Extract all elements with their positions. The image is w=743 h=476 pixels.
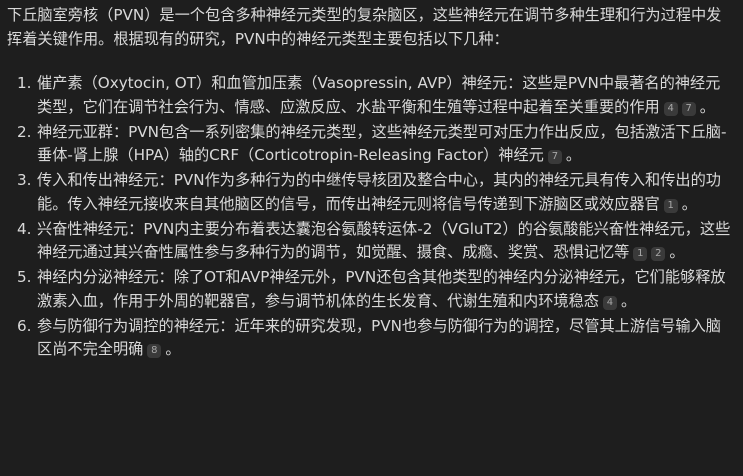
list-item-number: 5. <box>17 268 32 286</box>
list-item-number: 1. <box>17 74 32 92</box>
list-item-text: 传入和传出神经元：PVN作为多种行为的中继传导核团及整合中心，其内的神经元具有传… <box>37 171 721 213</box>
citation-badge[interactable]: 7 <box>547 150 562 164</box>
citation-badge[interactable]: 8 <box>147 344 162 358</box>
list-item: 3. 传入和传出神经元：PVN作为多种行为的中继传导核团及整合中心，其内的神经元具… <box>7 169 735 216</box>
citation-badge[interactable]: 4 <box>663 101 678 116</box>
list-item: 4. 兴奋性神经元：PVN内主要分布着表达囊泡谷氨酸转运体-2（VGluT2）的谷… <box>7 218 735 265</box>
citation-badge[interactable]: 4 <box>602 295 617 310</box>
list-item-period: 。 <box>699 97 715 116</box>
list-item-period: 。 <box>669 243 685 261</box>
list-item-text: 催产素（Oxytocin, OT）和血管加压素（Vasopressin, AVP… <box>37 74 721 116</box>
list-item-period: 。 <box>620 291 637 310</box>
list-item-text: 兴奋性神经元：PVN内主要分布着表达囊泡谷氨酸转运体-2（VGluT2）的谷氨酸… <box>37 219 731 262</box>
list-item: 6. 参与防御行为调控的神经元：近年来的研究发现，PVN也参与防御行为的调控，尽管… <box>7 315 735 362</box>
citation-badge[interactable]: 7 <box>681 101 696 116</box>
citation-badge[interactable]: 1 <box>633 247 648 261</box>
intro-paragraph: 下丘脑室旁核（PVN）是一个包含多种神经元类型的复杂脑区，这些神经元在调节多种生… <box>7 6 722 48</box>
list-item-number: 2. <box>17 122 32 141</box>
list-item: 1. 催产素（Oxytocin, OT）和血管加压素（Vasopressin, A… <box>7 72 735 119</box>
citation-badge[interactable]: 2 <box>651 247 666 261</box>
list-item-number: 4. <box>17 219 32 238</box>
list-item-text: 参与防御行为调控的神经元：近年来的研究发现，PVN也参与防御行为的调控，尽管其上… <box>37 316 721 359</box>
list-item-period: 。 <box>165 340 181 358</box>
list-item-number: 3. <box>17 171 32 189</box>
list-item-text: 神经元亚群：PVN包含一系列密集的神经元类型，这些神经元类型可对压力作出反应，包… <box>37 122 727 165</box>
list-item-number: 6. <box>17 316 32 335</box>
list-item: 2. 神经元亚群：PVN包含一系列密集的神经元类型，这些神经元类型可对压力作出反应… <box>7 121 735 168</box>
answer-content: 下丘脑室旁核（PVN）是一个包含多种神经元类型的复杂脑区，这些神经元在调节多种生… <box>7 4 735 363</box>
list-item-period: 。 <box>565 146 582 164</box>
neuron-type-list: 1. 催产素（Oxytocin, OT）和血管加压素（Vasopressin, A… <box>7 72 735 362</box>
list-item-period: 。 <box>681 194 697 213</box>
citation-badge[interactable]: 1 <box>663 198 678 213</box>
list-item: 5. 神经内分泌神经元：除了OT和AVP神经元外，PVN还包含其他类型的神经内分泌… <box>7 266 735 313</box>
